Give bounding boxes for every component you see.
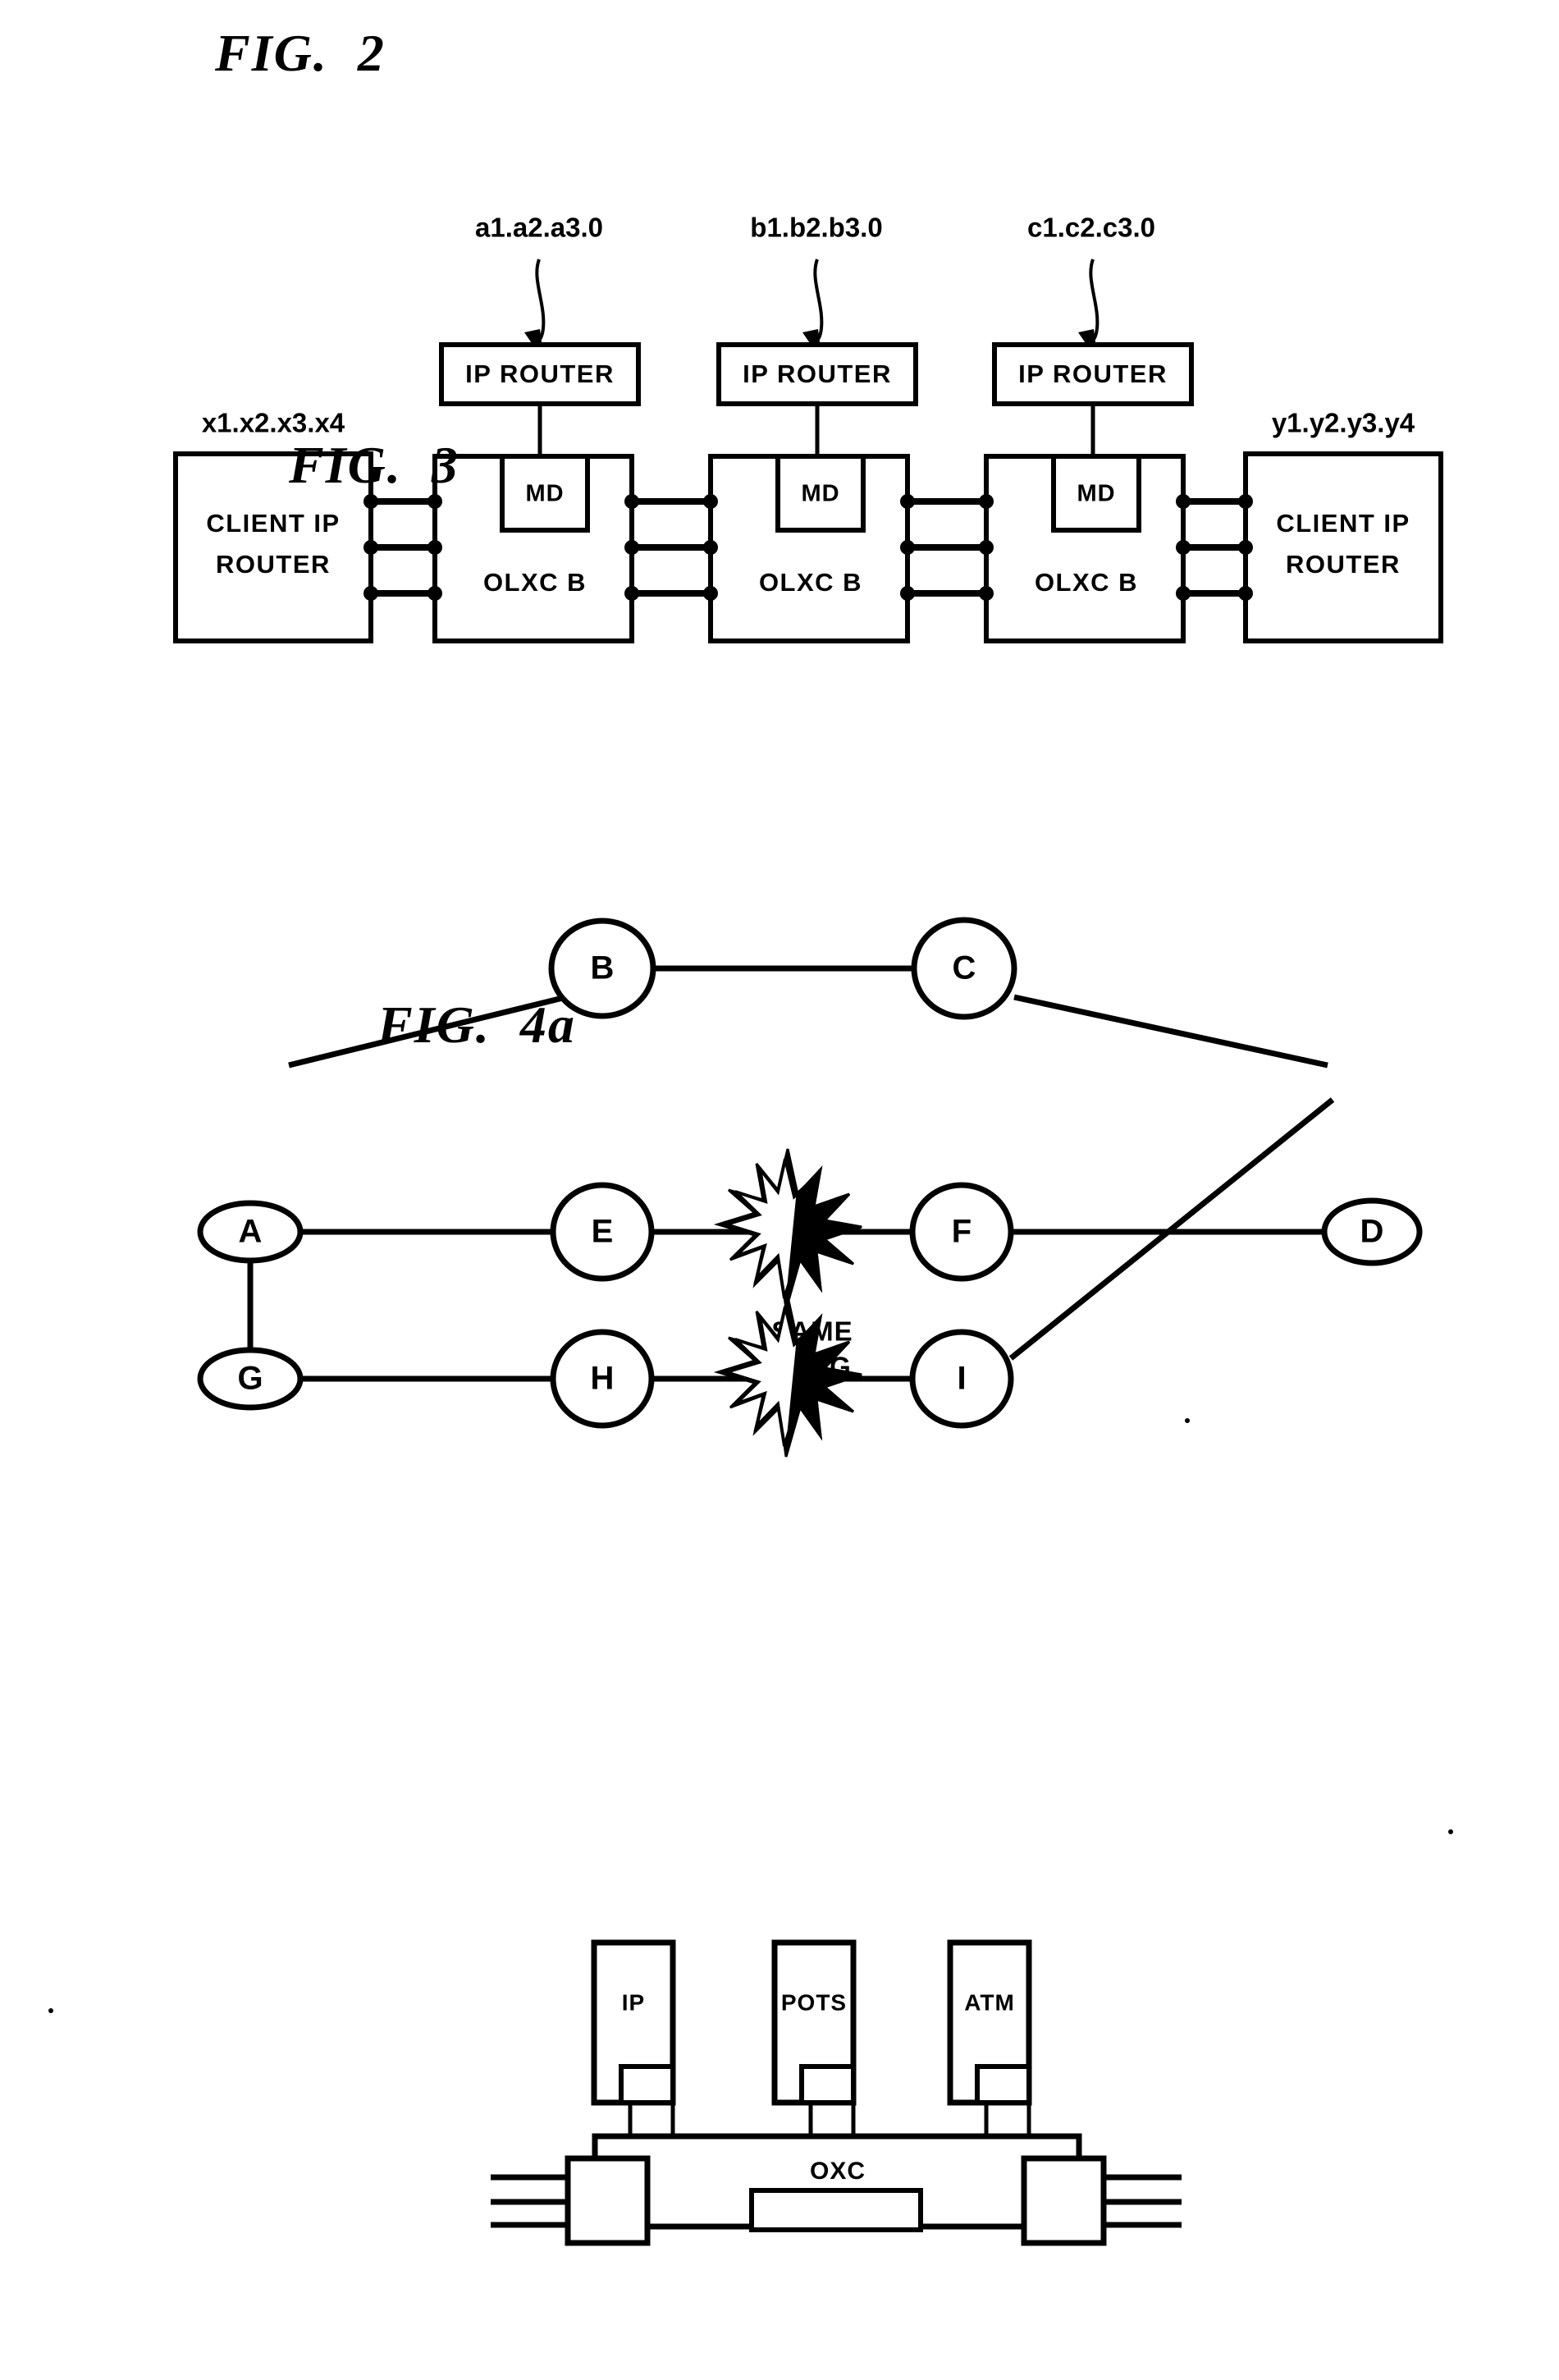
patent-drawing-page: FIG. 2 a1.a2.a3.0 b1.b2.b3.0 c1.c2.c3.0 … xyxy=(0,0,1559,2335)
scan-artifacts xyxy=(48,1829,1453,2013)
scan-speck-right xyxy=(1448,1829,1453,1834)
scan-speck-left xyxy=(48,2008,53,2013)
